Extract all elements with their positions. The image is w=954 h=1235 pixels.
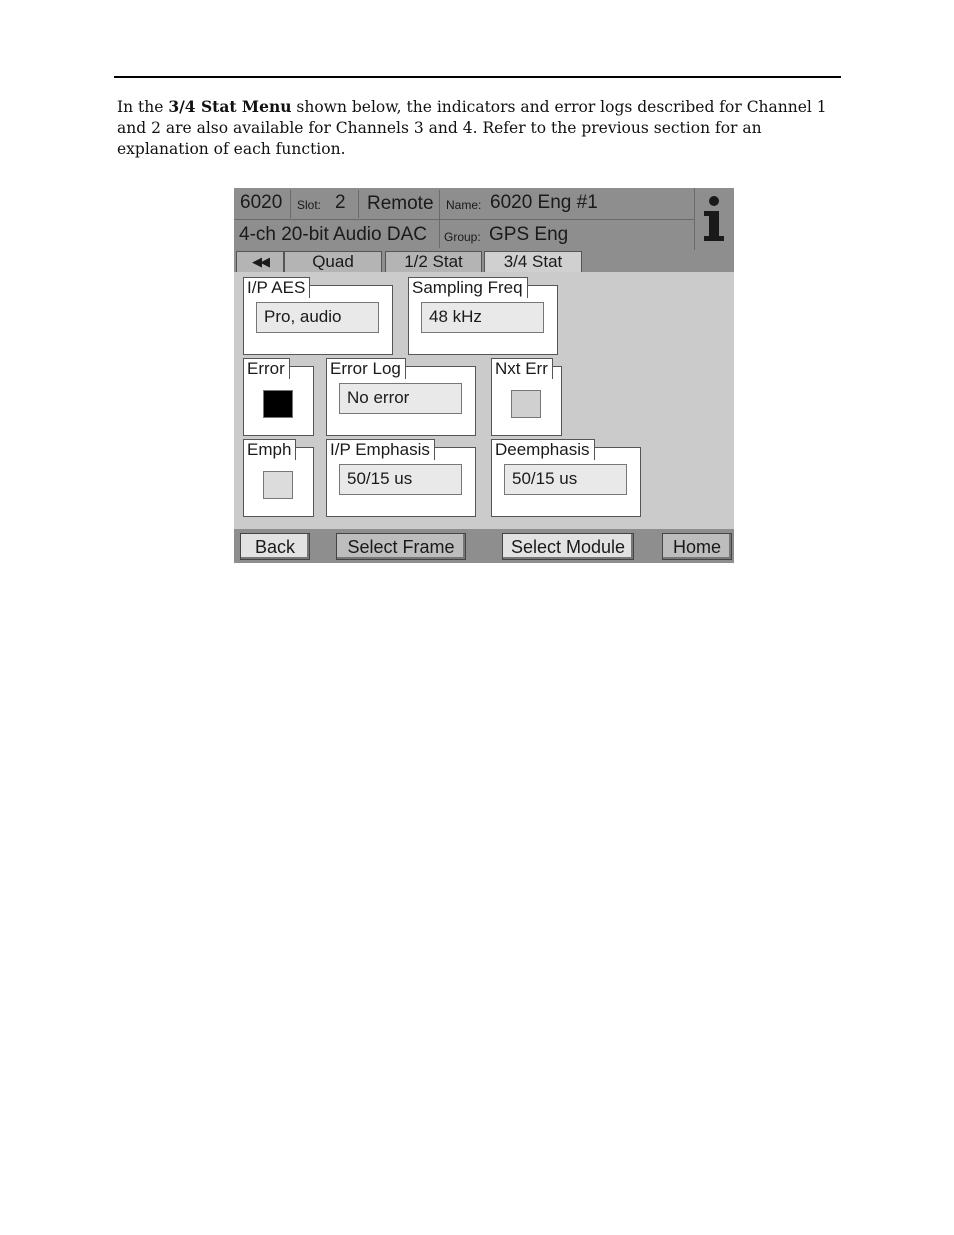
error-log-value: No error [339,383,462,414]
error-indicator [263,390,293,418]
divider [358,190,359,218]
emph-label: Emph [243,439,297,460]
group-value: GPS Eng [489,224,569,245]
tab-3-4-stat[interactable]: 3/4 Stat [484,251,582,273]
module-model: 6020 [240,192,283,213]
home-button[interactable]: Home [662,533,732,560]
stat-menu-screen: 6020 Slot: 2 Remote Name: 6020 Eng #1 4-… [234,188,734,563]
select-module-button[interactable]: Select Module [502,533,634,560]
module-header: 6020 Slot: 2 Remote Name: 6020 Eng #1 4-… [234,188,734,250]
status-panel: I/P AES Pro, audio Sampling Freq 48 kHz … [234,272,734,529]
footer-bar: Back Select Frame Select Module Home [234,529,734,563]
name-label: Name: [446,198,482,212]
ip-aes-group: I/P AES Pro, audio [243,277,393,355]
next-error-label: Nxt Err [491,358,553,379]
name-value: 6020 Eng #1 [490,192,598,213]
intro-paragraph: In the 3/4 Stat Menu shown below, the in… [117,96,837,160]
tab-quad[interactable]: Quad [284,251,382,273]
intro-text-before: In the [117,98,169,116]
tab-1-2-stat[interactable]: 1/2 Stat [385,251,482,273]
ip-emphasis-value: 50/15 us [339,464,462,495]
deemphasis-value: 50/15 us [504,464,627,495]
mode-value: Remote [367,193,434,214]
select-frame-button[interactable]: Select Frame [336,533,466,560]
sampling-freq-label: Sampling Freq [408,277,528,298]
divider [234,219,694,220]
next-error-button[interactable] [511,390,541,418]
divider [290,190,291,218]
emph-indicator [263,471,293,499]
slot-value: 2 [335,192,346,213]
deemphasis-group: Deemphasis 50/15 us [491,439,641,517]
group-label: Group: [444,230,481,244]
error-log-group: Error Log No error [326,358,476,436]
next-error-group: Nxt Err [491,358,562,436]
tab-back-arrows[interactable]: ◀◀ [236,251,284,273]
intro-bold-menu-name: 3/4 Stat Menu [168,97,292,116]
ip-emphasis-label: I/P Emphasis [326,439,435,460]
info-icon[interactable] [696,190,732,246]
top-rule [114,76,841,78]
emph-group: Emph [243,439,314,517]
error-group: Error [243,358,314,436]
double-left-arrow-icon: ◀◀ [252,254,270,269]
ip-aes-value: Pro, audio [256,302,379,333]
error-label: Error [243,358,290,379]
deemphasis-label: Deemphasis [491,439,595,460]
divider [694,188,695,250]
module-description: 4-ch 20-bit Audio DAC [239,224,427,245]
ip-aes-label: I/P AES [243,277,311,298]
error-log-label: Error Log [326,358,406,379]
slot-label: Slot: [297,198,322,212]
ip-emphasis-group: I/P Emphasis 50/15 us [326,439,476,517]
tab-bar: ◀◀ Quad 1/2 Stat 3/4 Stat [234,250,734,273]
sampling-freq-value: 48 kHz [421,302,544,333]
back-button[interactable]: Back [240,533,310,560]
sampling-freq-group: Sampling Freq 48 kHz [408,277,558,355]
